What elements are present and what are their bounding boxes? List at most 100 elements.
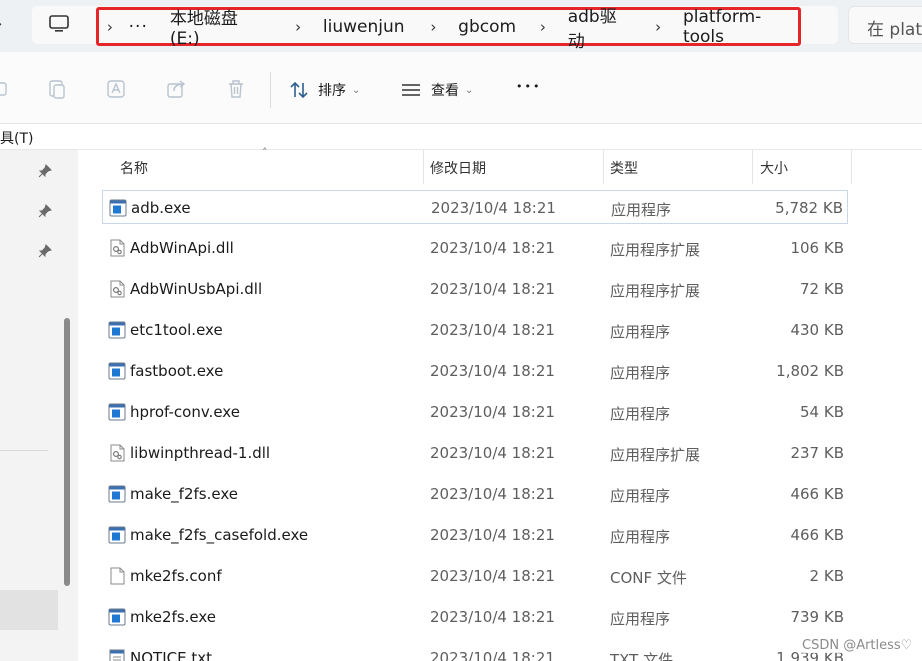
file-type: 应用程序: [610, 364, 671, 382]
chevron-right-icon[interactable]: ›: [429, 18, 439, 36]
dll-icon: [108, 444, 126, 462]
file-name: AdbWinUsbApi.dll: [130, 280, 263, 298]
file-row[interactable]: AdbWinApi.dll 2023/10/4 18:21 应用程序扩展 106 KB: [102, 231, 848, 265]
file-type: 应用程序: [610, 323, 671, 341]
file-size: 237 KB: [790, 444, 844, 462]
file-row[interactable]: make_f2fs_casefold.exe 2023/10/4 18:21 应用程…: [102, 518, 848, 552]
file-name: fastboot.exe: [130, 362, 224, 380]
toolbar-divider: [270, 72, 271, 108]
file-type: TXT 文件: [610, 651, 674, 661]
file-modified-date: 2023/10/4 18:21: [430, 567, 555, 585]
file-type: 应用程序扩展: [610, 241, 701, 259]
nav-divider: [0, 450, 48, 451]
file-type: 应用程序: [611, 201, 672, 219]
exe-icon: [108, 526, 126, 544]
file-row[interactable]: mke2fs.exe 2023/10/4 18:21 应用程序 739 KB: [102, 600, 848, 634]
exe-icon: [108, 485, 126, 503]
file-row[interactable]: mke2fs.conf 2023/10/4 18:21 CONF 文件 2 KB: [102, 559, 848, 593]
computer-icon[interactable]: [48, 13, 70, 35]
exe-icon: [108, 608, 126, 626]
view-button[interactable]: 查看 ⌄: [400, 78, 473, 102]
file-size: 54 KB: [800, 403, 844, 421]
copy-icon[interactable]: [46, 78, 68, 100]
dll-icon: [108, 280, 126, 298]
breadcrumb-item-liuwenjun[interactable]: liuwenjun: [323, 17, 405, 37]
column-divider[interactable]: [603, 150, 604, 184]
breadcrumb-item-gbcom[interactable]: gbcom: [458, 17, 516, 37]
file-name: AdbWinApi.dll: [130, 239, 234, 257]
file-modified-date: 2023/10/4 18:21: [430, 403, 555, 421]
chevron-right-icon[interactable]: ›: [293, 18, 303, 36]
navigation-pane: [0, 150, 78, 661]
breadcrumb-item-adb-driver[interactable]: adb驱动: [568, 2, 632, 52]
column-header-size[interactable]: 大小: [760, 150, 850, 184]
file-name: libwinpthread-1.dll: [130, 444, 271, 462]
sort-label: 排序: [318, 83, 346, 99]
file-row[interactable]: etc1tool.exe 2023/10/4 18:21 应用程序 430 KB: [102, 313, 848, 347]
more-options-button[interactable]: •••: [516, 80, 541, 93]
chevron-right-icon[interactable]: ›: [653, 18, 663, 36]
file-name: mke2fs.conf: [130, 567, 222, 585]
breadcrumb-item-platform-tools[interactable]: platform-tools: [683, 7, 798, 47]
menu-tools[interactable]: 具(T): [0, 131, 33, 147]
file-modified-date: 2023/10/4 18:21: [430, 444, 555, 462]
column-divider[interactable]: [851, 150, 852, 184]
file-name: mke2fs.exe: [130, 608, 217, 626]
file-name: etc1tool.exe: [130, 321, 223, 339]
file-name: hprof-conv.exe: [130, 403, 240, 421]
file-row[interactable]: NOTICE.txt 2023/10/4 18:21 TXT 文件 1,939 KB: [102, 641, 848, 661]
cut-icon[interactable]: [0, 78, 10, 100]
file-size: 106 KB: [790, 239, 844, 257]
breadcrumb: › ··· 本地磁盘 (E:) › liuwenjun › gbcom › ad…: [96, 4, 801, 52]
sort-icon: [290, 81, 308, 99]
pin-icon[interactable]: [38, 204, 52, 218]
chevron-right-icon: ›: [106, 17, 113, 36]
pin-icon[interactable]: [38, 244, 52, 258]
delete-icon[interactable]: [225, 78, 247, 100]
share-icon[interactable]: [165, 78, 187, 100]
file-modified-date: 2023/10/4 18:21: [430, 526, 555, 544]
nav-scrollbar[interactable]: [64, 318, 70, 586]
file-row[interactable]: fastboot.exe 2023/10/4 18:21 应用程序 1,802 KB: [102, 354, 848, 388]
rename-icon[interactable]: [105, 78, 127, 100]
sort-button[interactable]: 排序 ⌄: [288, 78, 360, 102]
file-row[interactable]: hprof-conv.exe 2023/10/4 18:21 应用程序 54 KB: [102, 395, 848, 429]
column-header-name[interactable]: 名称: [120, 150, 420, 184]
file-type: 应用程序: [610, 405, 671, 423]
chevron-right-icon[interactable]: ›: [538, 18, 548, 36]
file-size: 72 KB: [800, 280, 844, 298]
column-divider[interactable]: [752, 150, 753, 184]
file-size: 466 KB: [790, 526, 844, 544]
file-type: 应用程序扩展: [610, 282, 701, 300]
file-size: 2 KB: [809, 567, 844, 585]
file-type: 应用程序: [610, 487, 671, 505]
file-modified-date: 2023/10/4 18:21: [430, 485, 555, 503]
exe-icon: [108, 321, 126, 339]
pin-icon[interactable]: [38, 164, 52, 178]
column-header-date[interactable]: 修改日期: [430, 150, 600, 184]
exe-icon: [108, 362, 126, 380]
file-row[interactable]: AdbWinUsbApi.dll 2023/10/4 18:21 应用程序扩展 72 …: [102, 272, 848, 306]
search-input[interactable]: 在 platf: [848, 6, 922, 44]
file-name: NOTICE.txt: [130, 649, 212, 661]
file-size: 466 KB: [790, 485, 844, 503]
nav-item-selected[interactable]: [0, 590, 58, 630]
file-type: CONF 文件: [610, 569, 687, 587]
file-name: make_f2fs_casefold.exe: [130, 526, 309, 544]
view-list-icon: [402, 84, 420, 96]
file-size: 430 KB: [790, 321, 844, 339]
column-divider[interactable]: [423, 150, 424, 184]
breadcrumb-item-drive[interactable]: 本地磁盘 (E:): [170, 4, 269, 49]
exe-icon: [109, 199, 127, 217]
breadcrumb-overflow-button[interactable]: ···: [129, 17, 148, 37]
column-header-type[interactable]: 类型: [610, 150, 750, 184]
file-row[interactable]: libwinpthread-1.dll 2023/10/4 18:21 应用程序扩展…: [102, 436, 848, 470]
file-size: 739 KB: [790, 608, 844, 626]
file-type: 应用程序: [610, 610, 671, 628]
file-row[interactable]: adb.exe 2023/10/4 18:21 应用程序 5,782 KB: [102, 190, 848, 224]
file-name: adb.exe: [131, 199, 191, 217]
file-modified-date: 2023/10/4 18:21: [430, 239, 555, 257]
file-row[interactable]: make_f2fs.exe 2023/10/4 18:21 应用程序 466 KB: [102, 477, 848, 511]
file-size: 5,782 KB: [775, 199, 843, 217]
file-modified-date: 2023/10/4 18:21: [430, 649, 555, 661]
